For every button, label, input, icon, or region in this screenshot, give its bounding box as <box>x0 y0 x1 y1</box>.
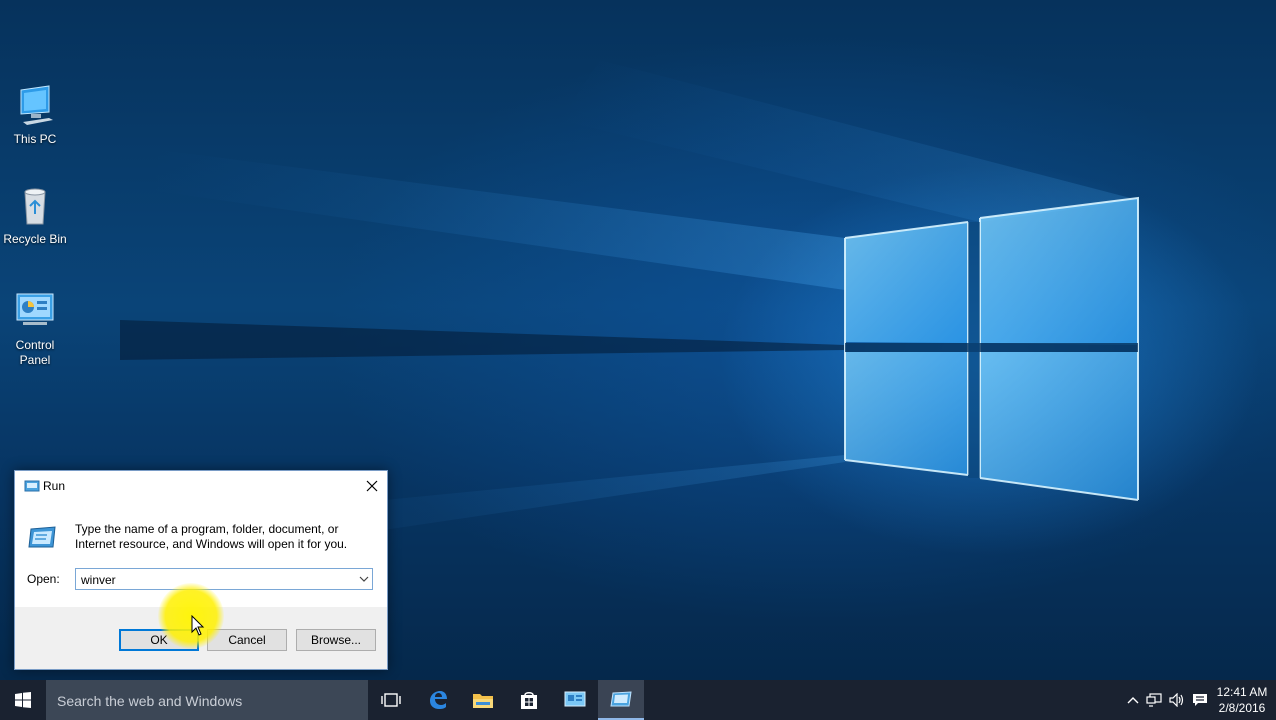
file-explorer-button[interactable] <box>460 680 506 720</box>
desktop-icon-label: Control Panel <box>15 338 55 367</box>
chevron-up-icon <box>1127 697 1139 704</box>
run-program-icon <box>28 526 56 548</box>
recycle-bin-icon <box>13 184 57 228</box>
search-placeholder: Search the web and Windows <box>57 693 243 709</box>
computer-icon <box>13 84 57 128</box>
open-input[interactable]: winver <box>81 573 116 587</box>
control-panel-taskbar-button[interactable] <box>552 680 598 720</box>
mouse-cursor-icon <box>191 615 205 636</box>
edge-icon <box>430 691 447 709</box>
file-explorer-icon <box>473 694 493 708</box>
control-panel-icon <box>564 691 586 707</box>
task-view-icon <box>381 693 401 707</box>
start-button[interactable] <box>0 680 46 720</box>
network-icon <box>1146 693 1162 707</box>
close-button[interactable] <box>357 471 387 501</box>
store-icon <box>521 692 537 709</box>
open-combobox[interactable]: winver <box>75 568 373 590</box>
run-dialog-titlebar[interactable]: Run <box>15 471 387 501</box>
desktop-icon-recycle-bin[interactable]: Recycle Bin <box>0 184 70 247</box>
search-box[interactable]: Search the web and Windows <box>46 680 368 720</box>
browse-button[interactable]: Browse... <box>296 629 376 651</box>
action-center-button[interactable] <box>1191 690 1209 710</box>
clock[interactable]: 12:41 AM 2/8/2016 <box>1212 684 1272 716</box>
chevron-down-icon[interactable] <box>359 574 369 584</box>
volume-button[interactable] <box>1168 690 1186 710</box>
taskbar: Search the web and Windows 12:41 AM 2/8/… <box>0 680 1276 720</box>
control-panel-icon <box>13 290 57 334</box>
clock-time: 12:41 AM <box>1216 685 1268 699</box>
run-dialog-title: Run <box>43 479 66 493</box>
desktop-icon-this-pc[interactable]: This PC <box>0 84 70 147</box>
task-view-button[interactable] <box>368 680 414 720</box>
run-description: Type the name of a program, folder, docu… <box>75 522 348 551</box>
run-icon <box>610 691 632 707</box>
close-icon <box>366 480 378 492</box>
network-button[interactable] <box>1145 690 1163 710</box>
desktop-icon-label: This PC <box>13 132 57 146</box>
edge-button[interactable] <box>415 680 461 720</box>
clock-date: 2/8/2016 <box>1218 701 1266 715</box>
desktop-icon-label: Recycle Bin <box>3 232 67 246</box>
open-label: Open: <box>27 572 60 586</box>
run-icon <box>24 480 40 492</box>
notification-icon <box>1193 694 1207 706</box>
store-button[interactable] <box>506 680 552 720</box>
windows-logo-icon <box>15 692 31 708</box>
run-taskbar-button[interactable] <box>598 680 644 720</box>
volume-icon <box>1169 693 1184 707</box>
desktop-icon-control-panel[interactable]: Control Panel <box>0 290 70 368</box>
show-hidden-icons-button[interactable] <box>1124 690 1142 710</box>
